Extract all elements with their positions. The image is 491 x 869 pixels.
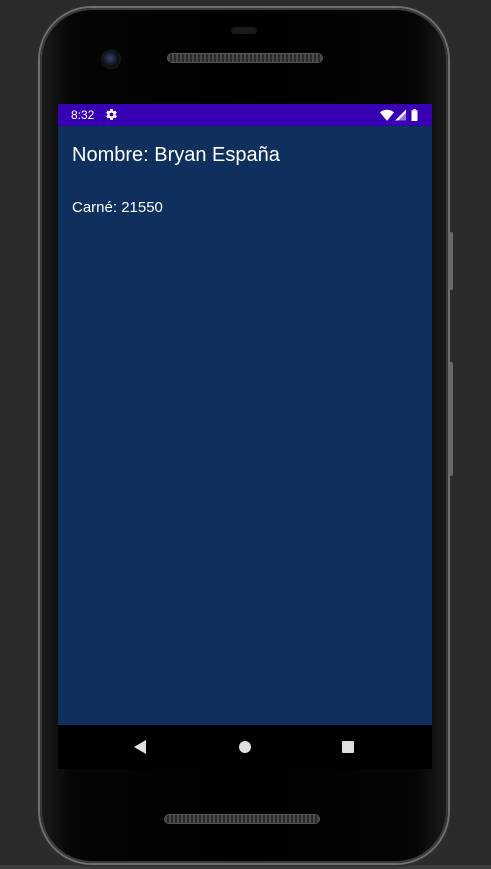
- page-title: Nombre: Bryan España: [72, 144, 280, 166]
- status-bar: 8:32: [58, 104, 432, 126]
- wifi-icon: [380, 109, 394, 121]
- home-circle-icon[interactable]: [237, 739, 253, 755]
- proximity-sensor: [231, 27, 257, 34]
- cell-signal-icon: [395, 109, 406, 121]
- student-id-label: Carné: 21550: [72, 199, 163, 216]
- front-camera-icon: [103, 51, 119, 67]
- status-time: 8:32: [71, 108, 95, 122]
- bottom-speaker-grille: [165, 815, 319, 823]
- status-icons: [380, 109, 420, 121]
- back-triangle-icon[interactable]: [132, 739, 148, 755]
- battery-icon: [411, 109, 418, 121]
- gear-icon: [105, 108, 118, 121]
- recents-square-icon[interactable]: [340, 739, 356, 755]
- volume-button[interactable]: [448, 362, 453, 476]
- power-button[interactable]: [448, 232, 453, 290]
- top-speaker-grille: [168, 54, 322, 62]
- device-screen: 8:32 Nombre: Bryan España Carné: 21550: [58, 104, 432, 725]
- desktop-bottom-strip: [0, 865, 491, 869]
- navigation-bar: [58, 725, 432, 769]
